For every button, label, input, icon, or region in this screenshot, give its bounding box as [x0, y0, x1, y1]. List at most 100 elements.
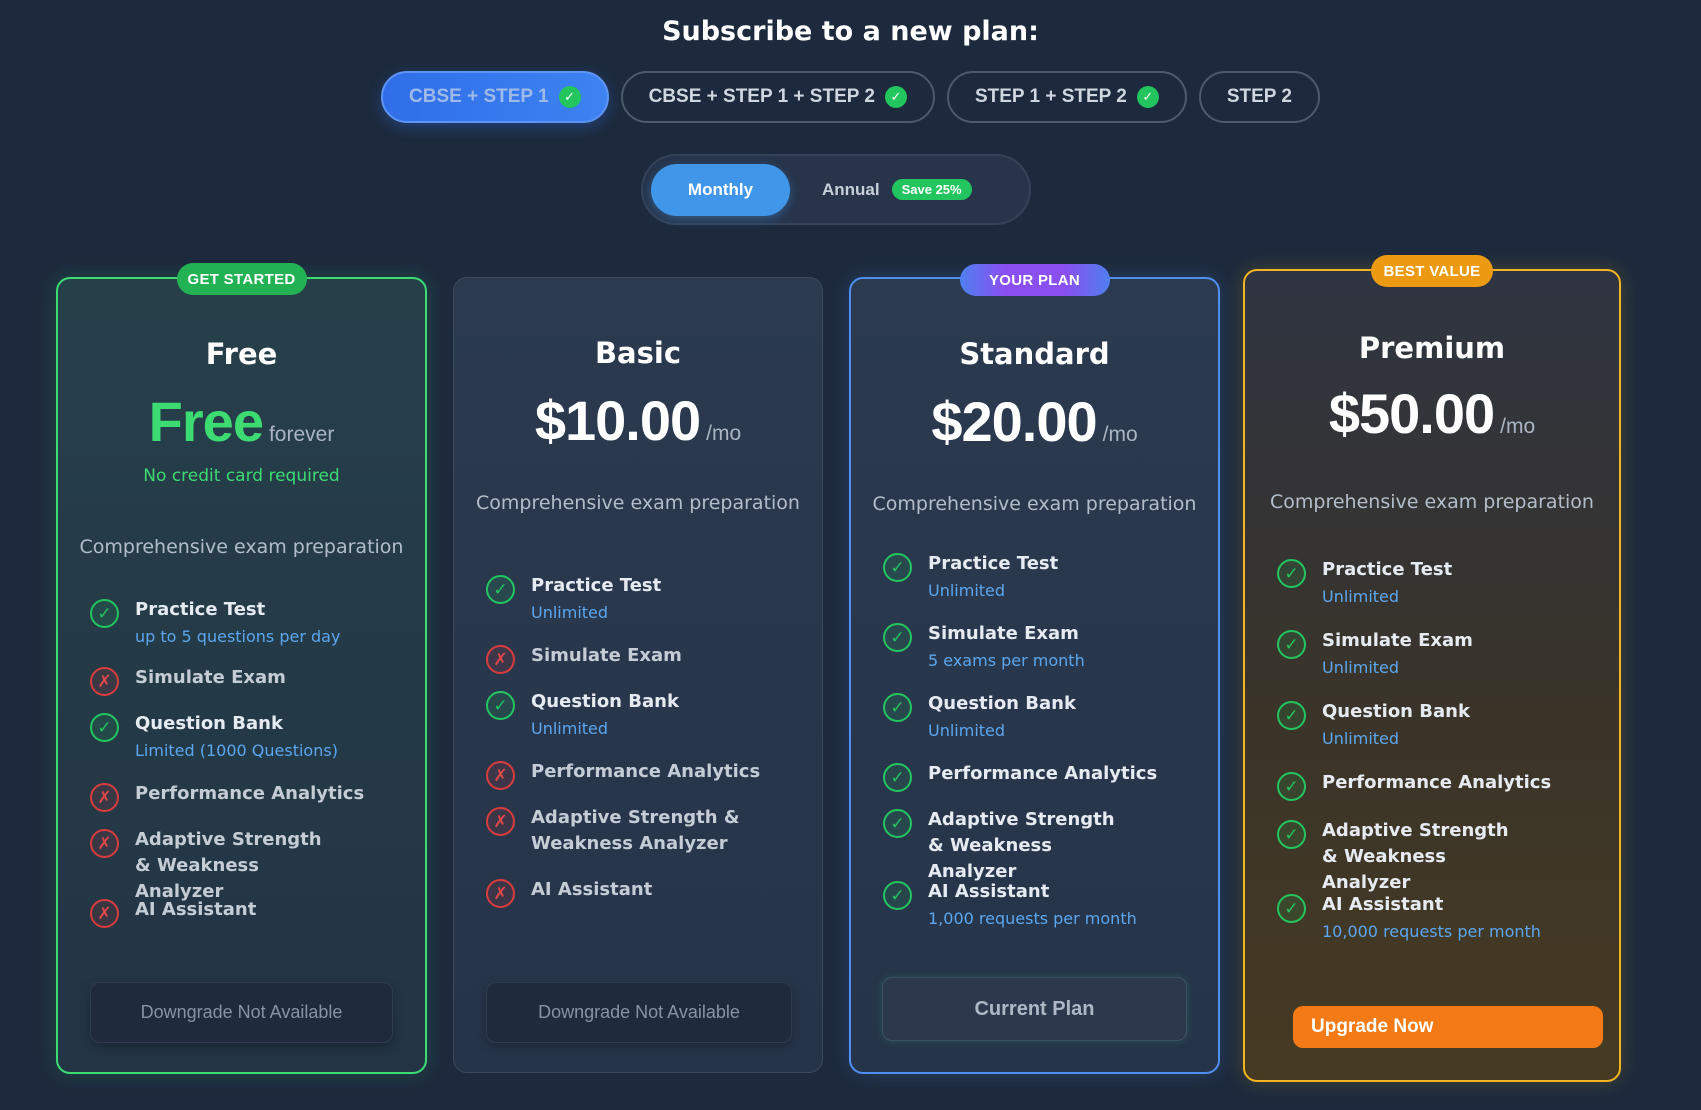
feature-item: ✗ Simulate Exam	[90, 665, 405, 711]
x-icon: ✗	[90, 899, 119, 928]
plan-description: Comprehensive exam preparation	[872, 493, 1197, 515]
price-amount: $50.00	[1328, 382, 1495, 445]
plan-price: $20.00 /mo	[851, 389, 1218, 454]
plan-card-standard: YOUR PLAN Standard $20.00 /mo Comprehens…	[849, 264, 1220, 1074]
feature-detail: Unlimited	[1322, 729, 1400, 748]
feature-label: Practice Test	[531, 575, 662, 596]
feature-item: ✓ Performance Analytics	[1277, 770, 1599, 818]
feature-detail: Unlimited	[928, 721, 1006, 740]
plan-ribbon: GET STARTED	[176, 263, 307, 295]
feature-item: ✓ Question Bank Unlimited	[486, 689, 802, 759]
feature-label: Performance Analytics	[531, 761, 761, 782]
feature-label: Simulate Exam	[1322, 630, 1473, 651]
check-icon: ✓	[1136, 86, 1159, 108]
check-icon: ✓	[1277, 772, 1306, 801]
feature-item: ✓ Question Bank Unlimited	[883, 691, 1198, 761]
price-amount: $10.00	[534, 389, 701, 452]
feature-item: ✗ Simulate Exam	[486, 643, 802, 689]
check-icon: ✓	[90, 599, 119, 628]
feature-item: ✓ Simulate Exam 5 exams per month	[883, 621, 1198, 691]
feature-label: Performance Analytics	[928, 763, 1158, 784]
feature-item: ✓ Practice Test Unlimited	[486, 573, 802, 643]
feature-detail: Unlimited	[1322, 658, 1400, 677]
x-icon: ✗	[486, 807, 515, 836]
feature-label: AI Assistant	[928, 881, 1050, 902]
x-icon: ✗	[486, 879, 515, 908]
plan-note: No credit card required	[143, 466, 340, 486]
plan-card-basic: Basic $10.00 /mo Comprehensive exam prep…	[453, 277, 823, 1073]
feature-label: Adaptive Strength & Weakness Analyzer	[1322, 820, 1509, 893]
feature-label: Practice Test	[928, 553, 1059, 574]
feature-item: ✓ Question Bank Limited (1000 Questions)	[90, 711, 405, 781]
price-amount: $20.00	[931, 390, 1097, 453]
price-unit: /mo	[1500, 415, 1536, 438]
billing-monthly-button[interactable]: Monthly	[651, 163, 790, 216]
feature-item: ✓ AI Assistant 10,000 requests per month	[1277, 892, 1599, 963]
plan-name: Basic	[594, 336, 682, 370]
upgrade-now-button[interactable]: Upgrade Now	[1293, 1006, 1603, 1048]
course-label: STEP 2	[1226, 86, 1292, 107]
plan-price: Free forever	[58, 389, 425, 454]
course-selector: CBSE + STEP 1 ✓ CBSE + STEP 1 + STEP 2 ✓…	[0, 71, 1701, 123]
feature-label: Question Bank	[928, 693, 1076, 714]
feature-item: ✗ Adaptive Strength & Weakness Analyzer	[486, 805, 802, 877]
course-option-cbse-step1-step2[interactable]: CBSE + STEP 1 + STEP 2 ✓	[620, 71, 935, 123]
downgrade-button[interactable]: Downgrade Not Available	[486, 982, 792, 1043]
x-icon: ✗	[90, 667, 119, 696]
feature-label: Simulate Exam	[928, 623, 1079, 644]
feature-label: Simulate Exam	[135, 667, 286, 688]
feature-list: ✓ Practice Test Unlimited ✓ Simulate Exa…	[883, 551, 1198, 949]
plan-ribbon: BEST VALUE	[1371, 255, 1493, 287]
feature-item: ✓ Practice Test Unlimited	[883, 551, 1198, 621]
check-icon: ✓	[884, 86, 907, 108]
check-icon: ✓	[486, 691, 515, 720]
page-heading: Subscribe to a new plan:	[662, 16, 1039, 47]
course-option-cbse-step1[interactable]: CBSE + STEP 1 ✓	[381, 71, 609, 123]
feature-detail: 5 exams per month	[928, 651, 1085, 670]
price-unit: /mo	[706, 422, 742, 445]
feature-label: Question Bank	[135, 713, 283, 734]
check-icon: ✓	[883, 553, 912, 582]
check-icon: ✓	[883, 693, 912, 722]
check-icon: ✓	[1277, 894, 1306, 923]
feature-item: ✗ Adaptive Strength & Weakness Analyzer	[90, 827, 405, 902]
billing-annual-button[interactable]: Annual Save 25%	[790, 164, 972, 216]
feature-list: ✓ Practice Test up to 5 questions per da…	[90, 597, 405, 943]
feature-label: Practice Test	[135, 599, 266, 620]
feature-detail: Limited (1000 Questions)	[135, 741, 338, 760]
check-icon: ✓	[558, 86, 581, 108]
billing-toggle: Monthly Annual Save 25%	[641, 154, 1031, 225]
feature-item: ✗ Performance Analytics	[90, 781, 405, 827]
feature-item: ✓ Practice Test Unlimited	[1277, 557, 1599, 628]
feature-label: Performance Analytics	[135, 783, 365, 804]
feature-detail: 10,000 requests per month	[1322, 922, 1541, 941]
feature-list: ✓ Practice Test Unlimited ✓ Simulate Exa…	[1277, 557, 1599, 963]
current-plan-button[interactable]: Current Plan	[882, 977, 1187, 1041]
check-icon: ✓	[883, 623, 912, 652]
feature-detail: up to 5 questions per day	[135, 627, 341, 646]
plan-price: $50.00 /mo	[1245, 381, 1619, 446]
x-icon: ✗	[486, 645, 515, 674]
plan-name: Standard	[959, 337, 1110, 371]
downgrade-button[interactable]: Downgrade Not Available	[90, 982, 393, 1043]
feature-label: Simulate Exam	[531, 645, 682, 666]
save-badge: Save 25%	[891, 179, 972, 200]
feature-label: Adaptive Strength & Weakness Analyzer	[928, 809, 1115, 882]
feature-label: Performance Analytics	[1322, 772, 1552, 793]
plan-description: Comprehensive exam preparation	[79, 536, 404, 558]
feature-item: ✓ Performance Analytics	[883, 761, 1198, 807]
feature-item: ✓ AI Assistant 1,000 requests per month	[883, 879, 1198, 949]
feature-item: ✗ Performance Analytics	[486, 759, 802, 805]
course-option-step2[interactable]: STEP 2	[1198, 71, 1320, 123]
check-icon: ✓	[1277, 630, 1306, 659]
plan-name: Free	[205, 337, 278, 371]
plan-description: Comprehensive exam preparation	[1270, 491, 1594, 513]
feature-label: Practice Test	[1322, 559, 1453, 580]
course-option-step1-step2[interactable]: STEP 1 + STEP 2 ✓	[946, 71, 1187, 123]
feature-detail: Unlimited	[928, 581, 1006, 600]
price-unit: forever	[268, 423, 335, 446]
plan-ribbon: YOUR PLAN	[959, 264, 1110, 296]
course-label: CBSE + STEP 1 + STEP 2	[648, 86, 875, 107]
check-icon: ✓	[1277, 559, 1306, 588]
check-icon: ✓	[90, 713, 119, 742]
